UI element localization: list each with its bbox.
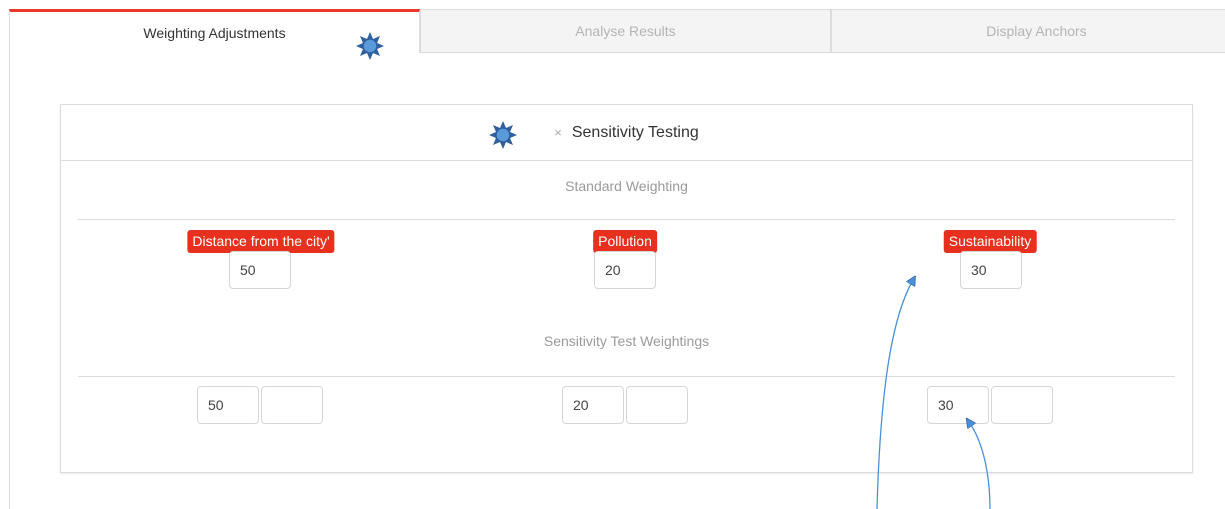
content-border [9,53,10,509]
test-weight-extra-input[interactable] [626,386,688,424]
star-burst-icon [356,32,384,60]
divider [78,376,1175,377]
divider [78,219,1175,220]
tab-analyse-results[interactable]: Analyse Results [420,9,831,53]
sensitivity-test-heading: Sensitivity Test Weightings [543,333,710,349]
sensitivity-panel: × Sensitivity Testing Standard Weighting… [60,104,1193,473]
criterion-label: Sustainability [943,230,1037,253]
tab-bar: Weighting Adjustments Analyse Results Di… [9,9,1225,55]
tab-label: Analyse Results [575,23,676,39]
criterion-label: Pollution [593,230,657,253]
standard-weight-input[interactable]: 20 [594,251,656,289]
tab-label: Weighting Adjustments [143,24,286,41]
star-burst-icon [489,121,517,149]
criterion-label: Distance from the city' [187,230,335,253]
test-weight-input[interactable]: 50 [197,386,259,424]
panel-title: Sensitivity Testing [571,123,699,141]
test-weight-extra-input[interactable] [261,386,323,424]
tab-display-anchors[interactable]: Display Anchors [831,9,1225,53]
test-weight-input[interactable]: 30 [927,386,989,424]
standard-weighting-heading: Standard Weighting [565,178,688,194]
test-weight-input[interactable]: 20 [562,386,624,424]
panel-header: × Sensitivity Testing [61,105,1192,161]
test-weight-extra-input[interactable] [991,386,1053,424]
tab-label: Display Anchors [986,23,1087,39]
standard-weight-input[interactable]: 50 [229,251,291,289]
standard-weight-input[interactable]: 30 [960,251,1022,289]
close-icon[interactable]: × [554,125,562,140]
